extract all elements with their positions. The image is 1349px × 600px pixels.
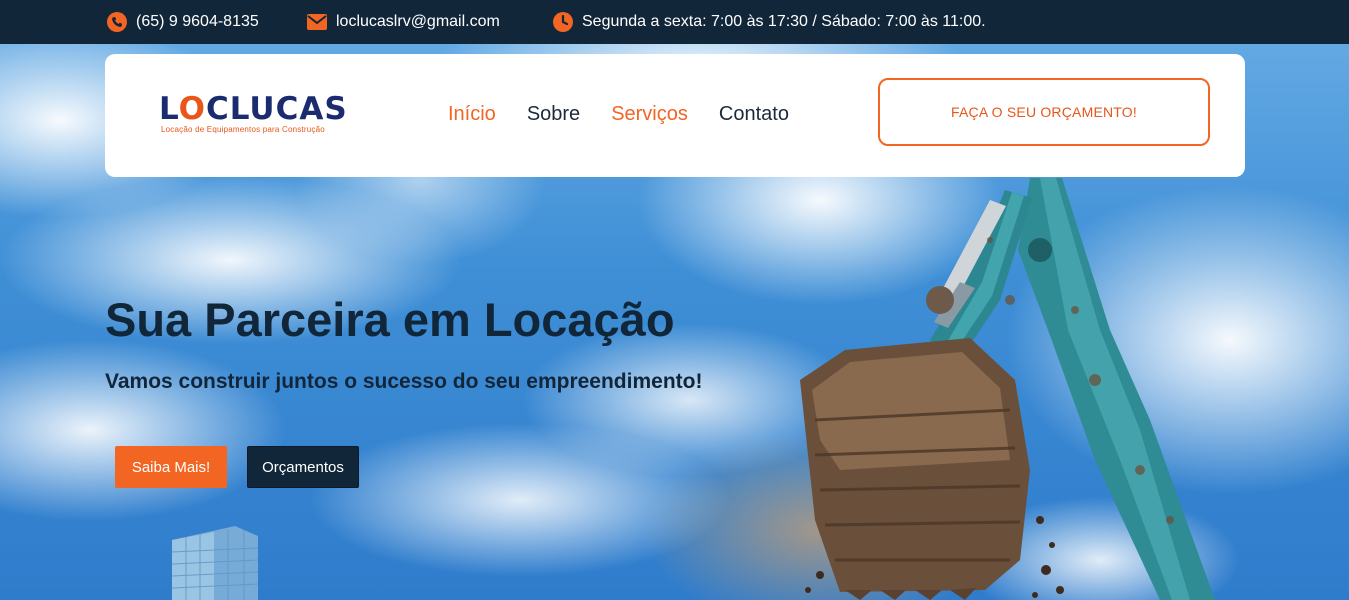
main-nav: Início Sobre Serviços Contato	[448, 98, 789, 130]
logo-letter-o: O	[178, 91, 207, 127]
email-address: loclucaslrv@gmail.com	[336, 13, 500, 30]
contact-phone[interactable]: (65) 9 9604-8135	[107, 0, 259, 44]
logo-tagline: Locação de Equipamentos para Construção	[161, 125, 325, 134]
envelope-icon	[307, 12, 327, 32]
logo-rest: CLUCAS	[206, 91, 348, 127]
main-header: LOCLUCAS Locação de Equipamentos para Co…	[105, 54, 1245, 177]
quote-cta-button[interactable]: FAÇA O SEU ORÇAMENTO!	[878, 78, 1210, 146]
contact-email[interactable]: loclucaslrv@gmail.com	[307, 0, 500, 44]
nav-item-sobre[interactable]: Sobre	[527, 98, 580, 130]
glass-building	[171, 526, 259, 600]
clock-icon	[553, 12, 573, 32]
phone-icon	[107, 12, 127, 32]
hero-subtitle: Vamos construir juntos o sucesso do seu …	[105, 370, 703, 393]
logo-letter-l: L	[159, 91, 179, 127]
phone-number: (65) 9 9604-8135	[136, 13, 259, 30]
logo-wordmark: LOCLUCAS	[159, 92, 348, 126]
hero-title: Sua Parceira em Locação	[105, 293, 675, 346]
nav-item-inicio[interactable]: Início	[448, 98, 496, 130]
learn-more-button[interactable]: Saiba Mais!	[115, 446, 227, 488]
business-hours: Segunda a sexta: 7:00 às 17:30 / Sábado:…	[553, 0, 986, 44]
site-logo[interactable]: LOCLUCAS Locação de Equipamentos para Co…	[159, 92, 347, 138]
nav-item-servicos[interactable]: Serviços	[611, 98, 688, 130]
top-bar: (65) 9 9604-8135 loclucaslrv@gmail.com S…	[0, 0, 1349, 44]
quotes-button[interactable]: Orçamentos	[247, 446, 359, 488]
hours-text: Segunda a sexta: 7:00 às 17:30 / Sábado:…	[582, 13, 986, 30]
nav-item-contato[interactable]: Contato	[719, 98, 789, 130]
excavator-arm	[800, 178, 1215, 600]
